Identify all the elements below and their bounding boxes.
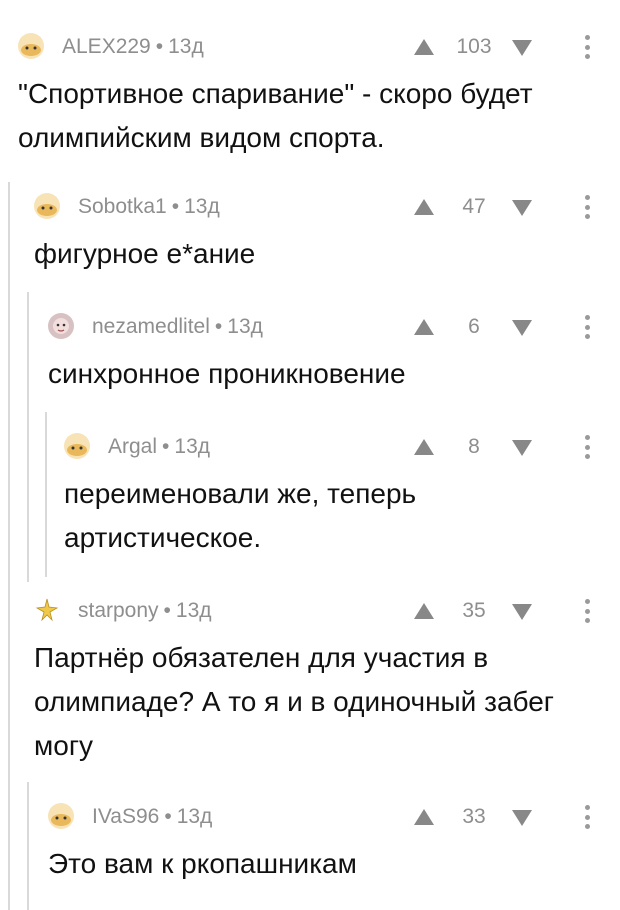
arrow-up-icon[interactable] [414, 319, 434, 335]
comment: Sobotka1 • 13д 47 фигурное е*ание [34, 190, 620, 280]
comment-time[interactable]: 13д [174, 435, 210, 458]
thread-line [27, 292, 29, 582]
comment-meta: IVaS96 • 13д [92, 805, 212, 829]
comment-header: IVaS96 • 13д 33 [48, 800, 620, 834]
comment-rating: 8 [468, 435, 480, 458]
more-vertical-icon[interactable] [584, 599, 590, 623]
comment-meta: ALEX229 • 13д [62, 35, 204, 59]
meta-separator: • [171, 195, 180, 218]
more-vertical-icon[interactable] [584, 195, 590, 219]
comment-header: nezamedlitel • 13д 6 [48, 310, 620, 344]
comment-time[interactable]: 13д [177, 805, 213, 828]
more-vertical-icon[interactable] [584, 805, 590, 829]
comment-rating: 47 [462, 195, 486, 218]
comment: Argal • 13д 8 переименовали же, теперь арт… [64, 430, 620, 570]
more-vertical-icon[interactable] [584, 35, 590, 59]
comment-author[interactable]: ALEX229 [62, 35, 151, 58]
avatar[interactable] [48, 313, 74, 339]
comment-meta: starpony • 13д [78, 599, 212, 623]
avatar[interactable] [18, 33, 44, 59]
comment-author[interactable]: starpony [78, 599, 159, 622]
avatar[interactable] [34, 597, 60, 623]
comment-author[interactable]: IVaS96 [92, 805, 159, 828]
comment-meta: Sobotka1 • 13д [78, 195, 220, 219]
comment: nezamedlitel • 13д 6 синхронное проникнове… [48, 310, 620, 400]
comment: starpony • 13д 35 Партнёр обязателен для у… [34, 594, 620, 774]
comment-meta: Argal • 13д [108, 435, 210, 459]
comment-text: переименовали же, теперь артистическое. [64, 478, 417, 553]
comment: IVaS96 • 13д 33 Это вам к ркопашникам [48, 800, 620, 900]
comment-time[interactable]: 13д [227, 315, 263, 338]
arrow-down-icon[interactable] [512, 604, 532, 620]
avatar[interactable] [34, 193, 60, 219]
avatar[interactable] [48, 803, 74, 829]
thread-line [27, 782, 29, 910]
comment-rating: 103 [456, 35, 492, 58]
comment-time[interactable]: 13д [176, 599, 212, 622]
comment-meta: nezamedlitel • 13д [92, 315, 263, 339]
comment-text: синхронное проникновение [48, 358, 406, 389]
comment-rating: 35 [462, 599, 486, 622]
meta-separator: • [155, 35, 164, 58]
arrow-down-icon[interactable] [512, 40, 532, 56]
comment-header: Sobotka1 • 13д 47 [34, 190, 620, 224]
meta-separator: • [214, 315, 223, 338]
comment: ALEX229 • 13д 103 "Спортивное спаривание" … [18, 30, 620, 170]
meta-separator: • [164, 805, 172, 828]
arrow-up-icon[interactable] [414, 809, 434, 825]
more-vertical-icon[interactable] [584, 315, 590, 339]
arrow-up-icon[interactable] [414, 439, 434, 455]
meta-separator: • [163, 599, 171, 622]
comment-text: Это вам к ркопашникам [48, 848, 357, 879]
comment-rating: 33 [462, 805, 486, 828]
thread-line [8, 182, 10, 910]
arrow-down-icon[interactable] [512, 200, 532, 216]
avatar[interactable] [64, 433, 90, 459]
arrow-up-icon[interactable] [414, 199, 434, 215]
meta-separator: • [162, 435, 170, 458]
comment-header: Argal • 13д 8 [64, 430, 620, 464]
arrow-down-icon[interactable] [512, 810, 532, 826]
thread-line [45, 412, 47, 577]
arrow-down-icon[interactable] [512, 440, 532, 456]
comment-rating: 6 [468, 315, 480, 338]
comment-header: ALEX229 • 13д 103 [18, 30, 620, 64]
comment-text: фигурное е*ание [34, 238, 256, 269]
arrow-up-icon[interactable] [414, 603, 434, 619]
comment-author[interactable]: Sobotka1 [78, 195, 167, 218]
comment-author[interactable]: Argal [108, 435, 157, 458]
arrow-up-icon[interactable] [414, 39, 434, 55]
comment-text: Партнёр обязателен для участия в олимпиа… [34, 642, 555, 761]
comment-time[interactable]: 13д [184, 195, 220, 218]
comment-header: starpony • 13д 35 [34, 594, 620, 628]
comment-time[interactable]: 13д [168, 35, 204, 58]
arrow-down-icon[interactable] [512, 320, 532, 336]
comment-text: "Спортивное спаривание" - скоро будет ол… [18, 78, 533, 153]
comment-author[interactable]: nezamedlitel [92, 315, 210, 338]
more-vertical-icon[interactable] [584, 435, 590, 459]
